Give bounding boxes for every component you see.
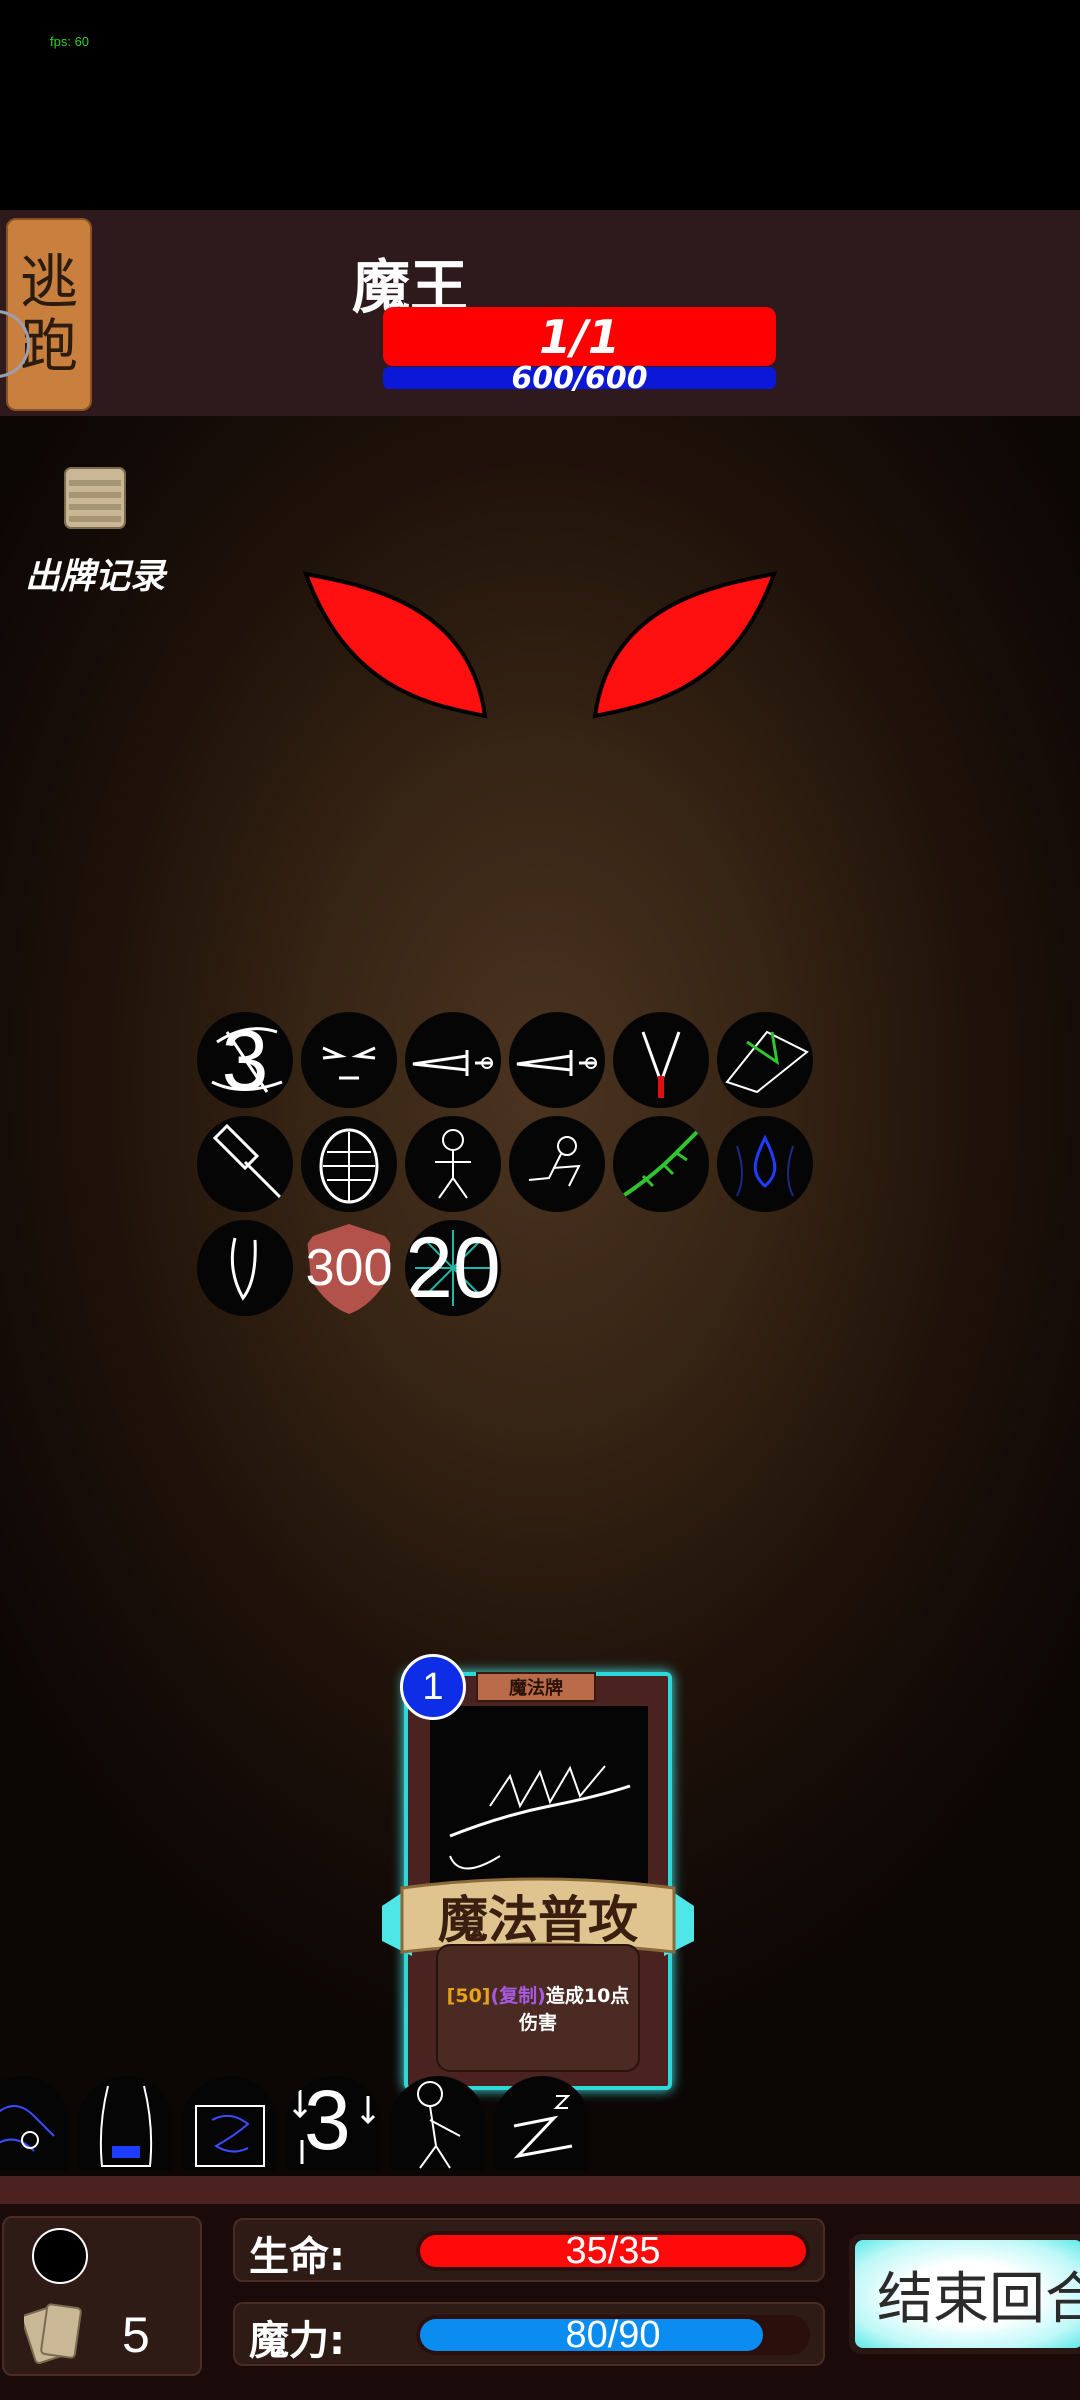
blue-number-icon[interactable]: 3 xyxy=(286,2076,382,2170)
sword-icon[interactable] xyxy=(509,1012,605,1108)
blue-drop-icon[interactable] xyxy=(717,1116,813,1212)
play-history-button[interactable]: 出牌记录 xyxy=(20,466,170,599)
card-art xyxy=(430,1706,648,1886)
flee-label-1: 逃 xyxy=(19,247,78,316)
avatar[interactable] xyxy=(32,2228,88,2284)
flee-button[interactable]: 逃 跑 xyxy=(6,218,92,411)
boss-hp-text: 1/1 xyxy=(539,309,620,364)
card-name: 魔法普攻 xyxy=(438,1891,638,1949)
status-count: 20 xyxy=(405,1220,501,1316)
card-description: [50](复制)造成10点伤害 xyxy=(436,1944,640,2072)
boss-eyes xyxy=(302,571,778,719)
blue-robe-icon[interactable] xyxy=(78,2076,174,2170)
kneeling-figure-icon[interactable] xyxy=(509,1116,605,1212)
sword-icon[interactable] xyxy=(405,1012,501,1108)
mana-label: 魔力: xyxy=(249,2318,345,2364)
card-cost-badge: 1 xyxy=(400,1654,466,1720)
card-stack-icon xyxy=(64,467,126,529)
card-type-tag: 魔法牌 xyxy=(476,1672,596,1702)
boss-mana-bar: 600/600 xyxy=(383,361,776,396)
boss-mana-text: 600/600 xyxy=(511,360,648,396)
deck-icon[interactable] xyxy=(24,2296,98,2366)
stick-figure-icon[interactable] xyxy=(405,1116,501,1212)
card-type: 魔法牌 xyxy=(509,1678,563,1699)
fang-icon[interactable] xyxy=(613,1012,709,1108)
card-cost: 1 xyxy=(422,1665,444,1708)
bottom-strip xyxy=(0,2176,1080,2204)
hand-number: 3 xyxy=(304,2076,351,2167)
burst-icon[interactable]: 20 xyxy=(405,1220,501,1316)
angry-face-icon[interactable] xyxy=(301,1012,397,1108)
green-vine-icon[interactable] xyxy=(613,1116,709,1212)
hp-bar: 35/35 xyxy=(416,2231,810,2271)
blue-web-icon[interactable] xyxy=(182,2076,278,2170)
end-turn-button[interactable]: 结束回合 xyxy=(849,2234,1080,2354)
mana-bar: 80/90 xyxy=(416,2315,810,2355)
top-bar: 逃 跑 魔王 1/1 600/600 xyxy=(0,210,1080,416)
mana-value: 80/90 xyxy=(565,2315,661,2355)
player-info: 5 xyxy=(2,2216,202,2376)
claw-icon[interactable] xyxy=(197,1220,293,1316)
hp-label: 生命: xyxy=(249,2234,345,2280)
fps-counter: fps: 60 xyxy=(50,34,90,49)
slash-icon[interactable]: 3 xyxy=(197,1012,293,1108)
magic-card[interactable]: 1 魔法牌 魔法普攻 [50](复制)造成10点伤害 xyxy=(382,1654,694,2090)
shield-icon[interactable]: 300 xyxy=(301,1220,397,1316)
player-hp-row: 生命: 35/35 xyxy=(233,2218,825,2282)
play-history-label: 出牌记录 xyxy=(24,557,165,597)
card-desc-number: [50] xyxy=(446,1985,491,2007)
hp-value: 35/35 xyxy=(565,2231,661,2271)
stickman-icon[interactable] xyxy=(390,2076,486,2170)
hammer-icon[interactable] xyxy=(197,1116,293,1212)
green-shard-icon[interactable] xyxy=(717,1012,813,1108)
status-count: 3 xyxy=(221,1012,269,1107)
armor-icon[interactable] xyxy=(301,1116,397,1212)
player-mana-row: 魔力: 80/90 xyxy=(233,2302,825,2366)
card-desc-tag: (复制) xyxy=(490,1985,546,2007)
deck-count: 5 xyxy=(122,2307,150,2363)
end-turn-label: 结束回合 xyxy=(855,2240,1080,2348)
boss-hp-bar: 1/1 xyxy=(383,307,776,366)
status-count: 300 xyxy=(305,1239,393,1297)
zigzag-icon[interactable] xyxy=(494,2076,590,2170)
player-panel: 5 生命: 35/35 魔力: 80/90 结束回合 xyxy=(0,2176,1080,2400)
